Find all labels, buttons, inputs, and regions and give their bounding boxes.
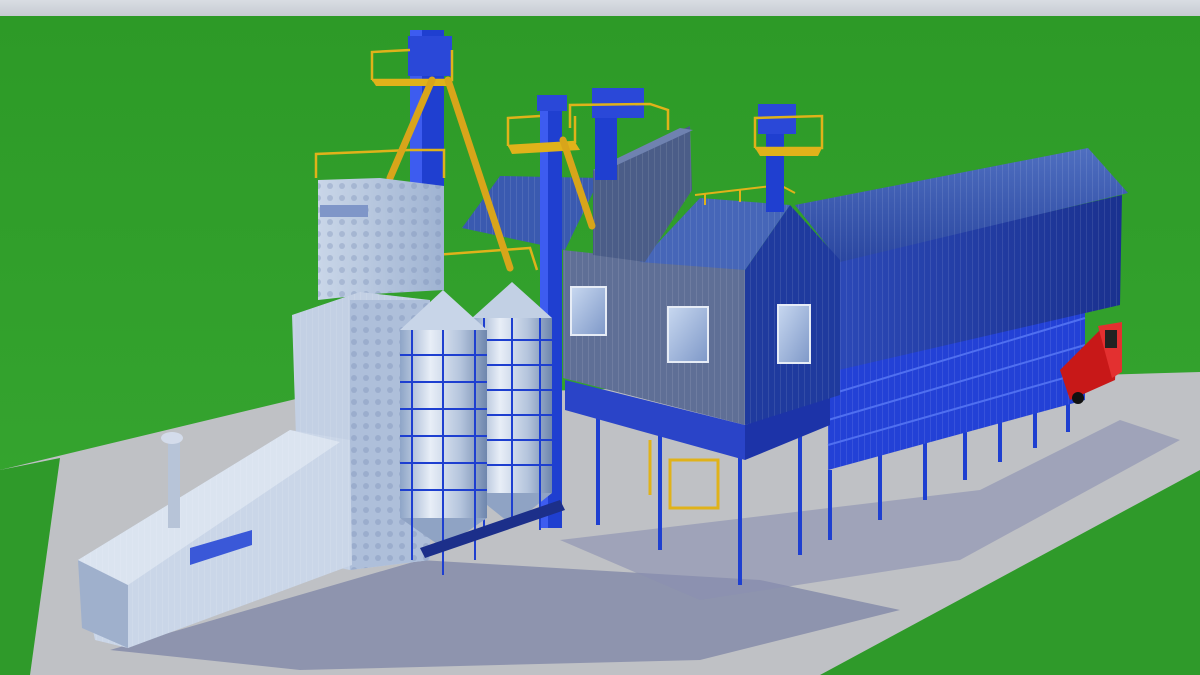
plant-scene [0,16,1200,675]
window-2 [667,306,709,363]
window-1 [570,286,607,336]
render-viewport [0,0,1200,675]
window-3 [777,304,811,364]
vent-pipe [168,440,180,528]
